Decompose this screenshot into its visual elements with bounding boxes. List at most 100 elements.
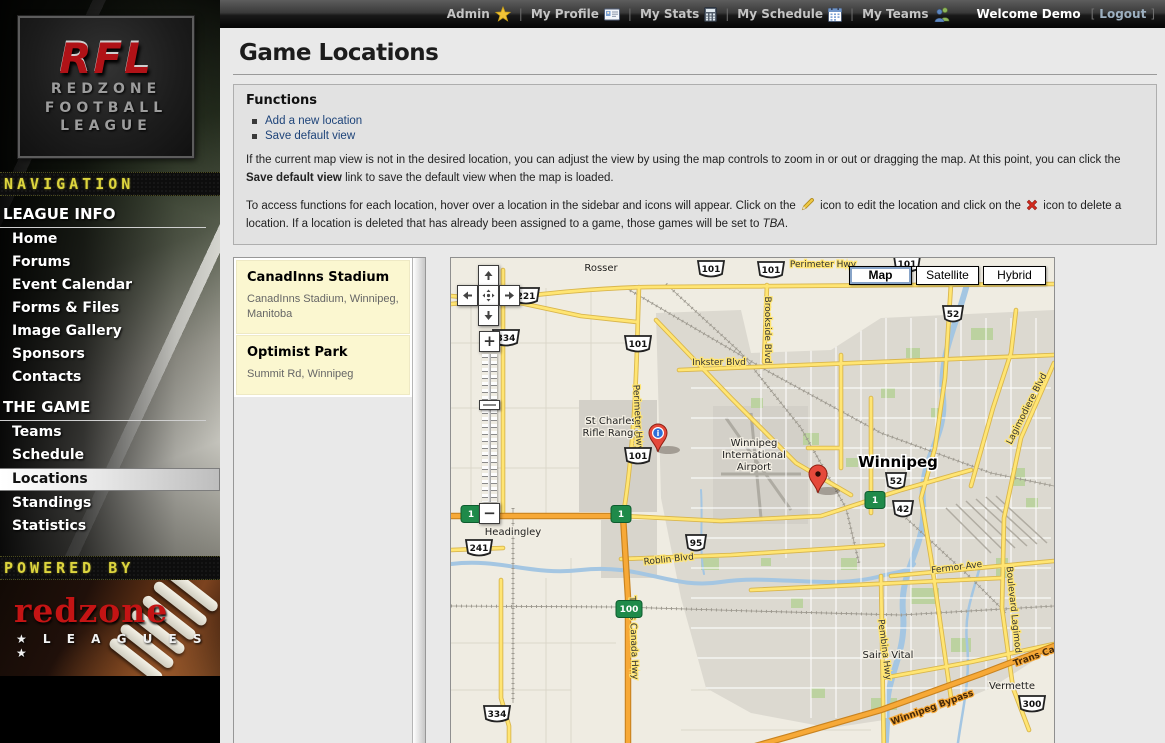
- highway-shield-green: 100: [616, 600, 642, 617]
- highway-shield-number: 101: [702, 265, 721, 275]
- highway-shield: 52: [886, 473, 906, 489]
- my-teams-link[interactable]: My Teams: [862, 7, 950, 22]
- zoom-out-button[interactable]: −: [479, 503, 500, 524]
- map-type-hybrid-button[interactable]: Hybrid: [983, 266, 1046, 285]
- admin-link[interactable]: Admin: [447, 6, 511, 22]
- sidebar-item-forums[interactable]: Forums: [0, 251, 220, 274]
- map-canvas[interactable]: RosserSt CharlesRifle RangeWinnipegInter…: [451, 258, 1054, 743]
- sidebar-footer-fill: [0, 676, 220, 743]
- highway-shield: 241: [466, 540, 492, 556]
- arrow-left-icon: [462, 290, 473, 301]
- topbar-separator: |: [850, 7, 854, 21]
- sidebar-item-schedule[interactable]: Schedule: [0, 444, 220, 467]
- save-default-view-link[interactable]: Save default view: [265, 130, 355, 142]
- paragraph-text: To access functions for each location, h…: [246, 200, 799, 212]
- map-label: Vermette: [989, 681, 1035, 692]
- pan-center-button[interactable]: [478, 285, 499, 306]
- map-label: Inkster Blvd: [692, 358, 746, 368]
- add-location-link[interactable]: Add a new location: [265, 115, 362, 127]
- minus-icon: −: [483, 504, 496, 522]
- pan-up-button[interactable]: [478, 265, 499, 286]
- pan-left-button[interactable]: [457, 285, 478, 306]
- tba-italic: TBA: [763, 218, 785, 230]
- highway-shield-number: 100: [620, 605, 639, 615]
- map-type-satellite-button[interactable]: Satellite: [916, 266, 979, 285]
- arrow-right-icon: [504, 290, 515, 301]
- functions-box: Functions Add a new location Save defaul…: [233, 84, 1157, 245]
- highway-shield-number: 101: [629, 452, 648, 462]
- sidebar-item-sponsors[interactable]: Sponsors: [0, 343, 220, 366]
- zoom-in-button[interactable]: +: [479, 331, 500, 352]
- zoom-slider-track[interactable]: [482, 354, 497, 502]
- functions-link-list: Add a new location Save default view: [252, 115, 1144, 142]
- sidebar-item-event-calendar[interactable]: Event Calendar: [0, 274, 220, 297]
- map-label: Perimeter Hwy: [790, 260, 857, 270]
- edit-pencil-icon: [801, 197, 815, 211]
- sidebar-field-background: RFL REDZONE FOOTBALL LEAGUE NAVIGATION L…: [0, 0, 220, 556]
- topbar-separator: |: [519, 7, 523, 21]
- instructions-paragraph-1: If the current map view is not in the de…: [246, 151, 1144, 188]
- location-card-canadinns[interactable]: CanadInns Stadium CanadInns Stadium, Win…: [236, 260, 410, 335]
- sidebar-item-image-gallery[interactable]: Image Gallery: [0, 320, 220, 343]
- center-view-icon: [482, 289, 495, 302]
- functions-title: Functions: [246, 93, 1144, 108]
- sidebar-item-contacts[interactable]: Contacts: [0, 366, 220, 389]
- zoom-slider-handle[interactable]: [479, 400, 500, 410]
- highway-shield: 101: [625, 336, 651, 352]
- map-label: Rifle Range: [582, 428, 639, 439]
- highway-shield-green: 1: [611, 505, 631, 522]
- my-profile-link[interactable]: My Profile: [531, 7, 620, 21]
- my-stats-label: My Stats: [640, 7, 699, 21]
- sidebar-item-standings[interactable]: Standings: [0, 492, 220, 515]
- welcome-user-label: Welcome Demo: [977, 7, 1081, 21]
- highway-shield-green: 1: [865, 491, 885, 508]
- vertical-scrollbar[interactable]: [412, 258, 425, 743]
- highway-shield-number: 101: [629, 340, 648, 350]
- league-logo-line2: FOOTBALL: [45, 99, 167, 118]
- pan-right-button[interactable]: [499, 285, 520, 306]
- my-schedule-link[interactable]: My Schedule: [737, 7, 842, 22]
- location-name: Optimist Park: [247, 345, 399, 360]
- app-window: RFL REDZONE FOOTBALL LEAGUE NAVIGATION L…: [0, 0, 1165, 743]
- topbar-separator: |: [628, 7, 632, 21]
- pan-down-button[interactable]: [478, 305, 499, 326]
- location-card-optimist-park[interactable]: Optimist Park Summit Rd, Winnipeg: [236, 335, 410, 394]
- highway-shield: 42: [893, 501, 913, 517]
- map-label: Brookside Blvd: [762, 296, 772, 363]
- location-cards: CanadInns Stadium CanadInns Stadium, Win…: [234, 258, 412, 397]
- sidebar-item-home[interactable]: Home: [0, 228, 220, 251]
- map-label: Winnipeg: [858, 453, 938, 471]
- info-marker-glyph: i: [657, 429, 660, 438]
- sidebar-item-forms-files[interactable]: Forms & Files: [0, 297, 220, 320]
- sidebar-item-statistics[interactable]: Statistics: [0, 515, 220, 538]
- sidebar: RFL REDZONE FOOTBALL LEAGUE NAVIGATION L…: [0, 0, 220, 743]
- location-name: CanadInns Stadium: [247, 270, 399, 285]
- highway-shield: 101: [758, 262, 784, 278]
- logout-bracket-close: ]: [1150, 7, 1155, 21]
- highway-shield: 300: [1019, 696, 1045, 712]
- section-header-league-info: LEAGUE INFO: [0, 196, 206, 228]
- my-stats-link[interactable]: My Stats: [640, 7, 717, 22]
- map-label: Rosser: [584, 263, 618, 274]
- highway-shield-number: 241: [470, 544, 489, 554]
- map-label: International: [722, 450, 786, 461]
- id-card-icon: [604, 8, 620, 21]
- calculator-icon: [704, 7, 717, 22]
- navigation-marquee: NAVIGATION: [0, 172, 220, 196]
- delete-x-icon: [1026, 199, 1038, 211]
- league-logo: RFL REDZONE FOOTBALL LEAGUE: [18, 16, 194, 158]
- sidebar-item-teams[interactable]: Teams: [0, 421, 220, 444]
- map-panel: RosserSt CharlesRifle RangeWinnipegInter…: [450, 257, 1055, 743]
- sidebar-item-locations[interactable]: Locations: [0, 468, 220, 491]
- highway-shield-number: 95: [690, 539, 703, 549]
- logout-link[interactable]: Logout: [1099, 7, 1146, 21]
- map-type-map-button[interactable]: Map: [849, 266, 912, 285]
- league-logo-line3: LEAGUE: [60, 117, 152, 136]
- locations-list-panel: CanadInns Stadium CanadInns Stadium, Win…: [233, 257, 426, 743]
- highway-shield: 101: [698, 261, 724, 277]
- map-label: Winnipeg: [731, 438, 778, 449]
- highway-shield-number: 52: [890, 477, 903, 487]
- content-row: CanadInns Stadium CanadInns Stadium, Win…: [233, 257, 1157, 743]
- people-icon: [934, 7, 951, 22]
- highway-shield-number: 42: [897, 505, 910, 515]
